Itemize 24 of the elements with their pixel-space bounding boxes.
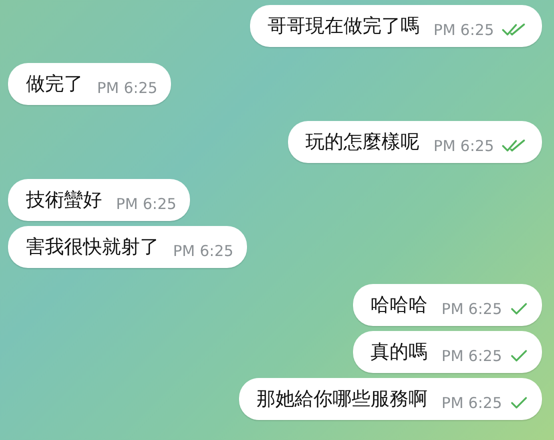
- message-time: PM 6:25: [173, 242, 234, 260]
- message-time: PM 6:25: [434, 21, 494, 39]
- message-time: PM 6:25: [442, 300, 502, 318]
- message-time: PM 6:25: [116, 195, 176, 213]
- message-bubble[interactable]: 玩的怎麼樣呢 PM 6:25: [288, 121, 542, 163]
- message-text: 技術蠻好: [26, 188, 102, 213]
- message-bubble[interactable]: 做完了 PM 6:25: [8, 63, 172, 105]
- message-bubble[interactable]: 真的嗎 PM 6:25: [352, 331, 542, 373]
- message-text: 害我很快就射了: [26, 235, 159, 260]
- message-time: PM 6:25: [442, 347, 502, 365]
- message-bubble[interactable]: 害我很快就射了 PM 6:25: [8, 226, 248, 268]
- message-time: PM 6:25: [442, 394, 502, 412]
- message-text: 那她給你哪些服務啊: [256, 387, 428, 412]
- message-bubble[interactable]: 技術蠻好 PM 6:25: [8, 179, 190, 221]
- message-text: 真的嗎: [370, 340, 428, 365]
- message-bubble[interactable]: 那她給你哪些服務啊 PM 6:25: [238, 378, 542, 420]
- message-bubble[interactable]: 哥哥現在做完了嗎 PM 6:25: [250, 5, 542, 47]
- message-text: 玩的怎麼樣呢: [306, 130, 420, 155]
- message-text: 哥哥現在做完了嗎: [268, 14, 420, 39]
- message-text: 做完了: [26, 72, 83, 97]
- message-time: PM 6:25: [97, 79, 158, 97]
- message-time: PM 6:25: [434, 137, 494, 155]
- message-text: 哈哈哈: [370, 293, 428, 318]
- message-bubble[interactable]: 哈哈哈 PM 6:25: [352, 284, 542, 326]
